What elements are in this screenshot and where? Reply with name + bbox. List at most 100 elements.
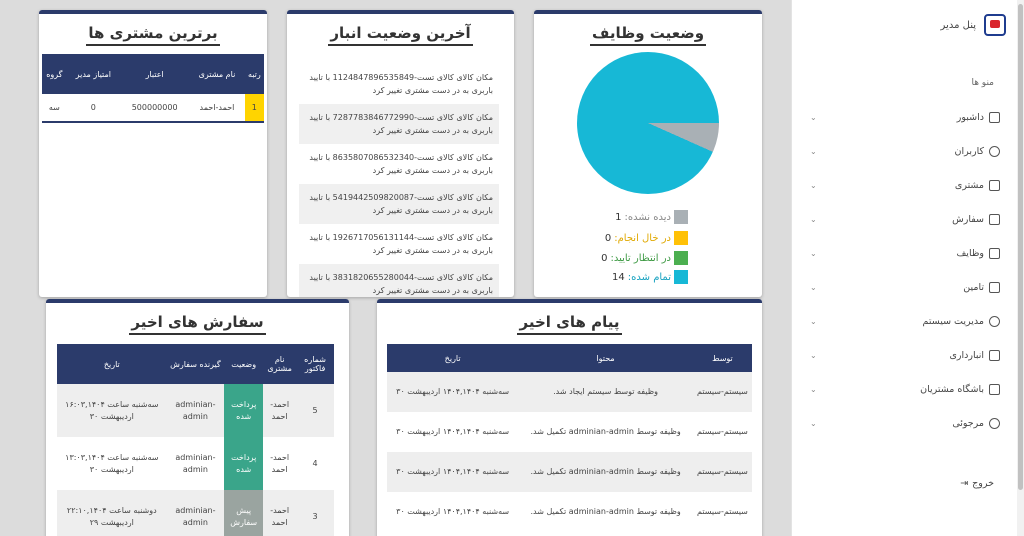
- sidebar-item-users[interactable]: کاربران ⌄: [792, 134, 1018, 168]
- list-item: مکان کالای کالای تست-3831820655280044 با…: [299, 264, 499, 297]
- date-cell: سه‌شنبه ۱۴۰۴,۱۴۰۴ اردیبهشت ۳۰: [396, 427, 510, 436]
- legend-label: در خال انجام:: [614, 232, 671, 244]
- chevron-down-icon: ⌄: [810, 316, 817, 326]
- app-logo-icon: [984, 14, 1006, 36]
- column-header[interactable]: نام مشتری: [263, 344, 297, 384]
- recent-orders-card: سفارش های اخیر شماره فاکتور نام مشتری وض…: [46, 299, 349, 536]
- invoice-cell: 3: [296, 490, 334, 536]
- legend-value: 0: [601, 252, 608, 264]
- customer-cell: احمد-احمد: [263, 490, 297, 536]
- receiver-cell: adminian-admin: [175, 452, 216, 474]
- sidebar-item-label: سفارش: [952, 213, 984, 225]
- legend-item-in-progress: در خال انجام: 0: [605, 231, 688, 245]
- sender-cell: سیستم-سیستم: [697, 507, 748, 516]
- brand-title: پنل مدیر: [940, 19, 976, 31]
- sidebar-scrollbar[interactable]: [1017, 0, 1024, 536]
- column-header[interactable]: تاریخ: [387, 344, 519, 372]
- menu-heading: منو ها: [971, 78, 994, 88]
- sidebar-item-label: باشگاه مشتریان: [920, 383, 984, 395]
- column-header[interactable]: وضعیت: [224, 344, 264, 384]
- sidebar-item-warehouse[interactable]: انبارداری ⌄: [792, 338, 1018, 372]
- logout-button[interactable]: خروج ⇥: [960, 478, 994, 489]
- returns-icon: [989, 417, 1000, 429]
- table-row[interactable]: 1 احمد-احمد 500000000 0 سه: [42, 94, 264, 123]
- legend-value: 0: [604, 232, 612, 244]
- column-header[interactable]: شماره فاکتور: [296, 344, 334, 384]
- tasks-icon: [989, 247, 1000, 259]
- chevron-down-icon: ⌄: [810, 146, 817, 156]
- sidebar-item-system[interactable]: مدیریت سیستم ⌄: [792, 304, 1018, 338]
- column-header[interactable]: اعتبار: [120, 54, 190, 94]
- column-header[interactable]: گیرنده سفارش: [166, 344, 225, 384]
- table-row[interactable]: سیستم-سیستم وظیفه توسط سیستم ایجاد شد. س…: [387, 372, 752, 412]
- scrollbar-thumb[interactable]: [1018, 4, 1023, 490]
- top-customers-title: برترین مشتری ها: [86, 24, 220, 46]
- sidebar-menu: داشبور ⌄ کاربران ⌄ مشتری ⌄ سفارش ⌄ وظایف ⌄ تا…: [792, 100, 1018, 440]
- sidebar-item-supply[interactable]: تامین ⌄: [792, 270, 1018, 304]
- chevron-down-icon: ⌄: [810, 248, 817, 258]
- logout-icon: ⇥: [960, 478, 969, 489]
- receiver-cell: adminian-admin: [166, 384, 225, 437]
- table-row[interactable]: سیستم-سیستم وظیفه توسط adminian-admin تک…: [387, 492, 752, 532]
- content-cell: وظیفه توسط سیستم ایجاد شد.: [518, 372, 693, 412]
- sidebar-item-orders[interactable]: سفارش ⌄: [792, 202, 1018, 236]
- list-item: مکان کالای کالای تست-7287783846772990 با…: [299, 104, 499, 144]
- legend-label: دیده نشده:: [624, 211, 671, 223]
- chevron-down-icon: ⌄: [810, 282, 817, 292]
- content-cell: وظیفه توسط adminian-admin تکمیل شد.: [530, 427, 681, 436]
- column-header[interactable]: محتوا: [518, 344, 693, 372]
- column-header[interactable]: گروه: [42, 54, 67, 94]
- status-badge: پرداخت شده: [224, 437, 264, 490]
- sidebar-item-tasks[interactable]: وظایف ⌄: [792, 236, 1018, 270]
- content-cell: وظیفه توسط adminian-admin تکمیل شد.: [530, 507, 681, 516]
- chevron-down-icon: ⌄: [810, 214, 817, 224]
- sidebar-item-customer[interactable]: مشتری ⌄: [792, 168, 1018, 202]
- date-cell: سه‌شنبه ۱۴۰۴,۱۴۰۴ اردیبهشت ۳۰: [396, 507, 510, 516]
- dashboard-icon: [989, 111, 1000, 123]
- table-row[interactable]: سیستم-سیستم وظیفه توسط adminian-admin تک…: [387, 412, 752, 452]
- list-item: مکان کالای کالای تست-5419442509820087 با…: [299, 184, 499, 224]
- warehouse-title: آخرین وضعیت انبار: [328, 24, 473, 46]
- legend-swatch: [674, 231, 688, 245]
- supply-icon: [989, 281, 1000, 293]
- customer-icon: [989, 179, 1000, 191]
- brand[interactable]: پنل مدیر: [941, 14, 1006, 36]
- legend-item-pending: در انتظار تایید: 0: [601, 251, 688, 265]
- recent-orders-title: سفارش های اخیر: [129, 313, 266, 335]
- order-icon: [989, 213, 1000, 225]
- legend-value: 14: [612, 271, 625, 283]
- column-header[interactable]: رتبه: [244, 54, 264, 94]
- sidebar-item-club[interactable]: باشگاه مشتریان ⌄: [792, 372, 1018, 406]
- list-item: مکان کالای کالای تست-8635807086532340 با…: [309, 153, 493, 175]
- sidebar-item-label: داشبور: [956, 111, 984, 123]
- recent-messages-card: پیام های اخیر توسط محتوا تاریخ سیستم-سیس…: [377, 299, 762, 536]
- chevron-down-icon: ⌄: [810, 112, 817, 122]
- table-row[interactable]: 4 احمد-احمد پرداخت شده adminian-admin سه…: [57, 437, 334, 490]
- table-row[interactable]: 5 احمد-احمد پرداخت شده adminian-admin سه…: [57, 384, 334, 437]
- legend-swatch: [674, 210, 688, 224]
- sender-cell: سیستم-سیستم: [692, 372, 752, 412]
- legend-label: تمام شده:: [627, 271, 671, 283]
- column-header[interactable]: توسط: [692, 344, 752, 372]
- chevron-down-icon: ⌄: [810, 418, 817, 428]
- credit-cell: 500000000: [120, 94, 190, 123]
- column-header[interactable]: تاریخ: [57, 344, 167, 384]
- table-row[interactable]: 3 احمد-احمد پیش سفارش adminian-admin دوش…: [57, 490, 334, 536]
- chevron-down-icon: ⌄: [810, 350, 817, 360]
- logout-label: خروج: [972, 478, 994, 489]
- task-status-pie-chart: [577, 52, 719, 194]
- column-header[interactable]: نام مشتری: [189, 54, 245, 94]
- warehouse-status-card: آخرین وضعیت انبار مکان کالای کالای تست-1…: [287, 10, 514, 297]
- sidebar-item-label: مدیریت سیستم: [922, 315, 984, 327]
- sidebar-item-returns[interactable]: مرجوئی ⌄: [792, 406, 1018, 440]
- sidebar-item-dashboard[interactable]: داشبور ⌄: [792, 100, 1018, 134]
- club-icon: [989, 383, 1000, 395]
- warehouse-list: مکان کالای کالای تست-1124847896535849 با…: [299, 64, 499, 297]
- legend-item-done: تمام شده: 14: [612, 270, 688, 284]
- customer-name-cell: احمد-احمد: [189, 94, 245, 123]
- sidebar-item-label: تامین: [963, 281, 984, 293]
- column-header[interactable]: امتیاز مدیر: [66, 54, 121, 94]
- table-row[interactable]: سیستم-سیستم وظیفه توسط adminian-admin تک…: [387, 452, 752, 492]
- sidebar: پنل مدیر منو ها داشبور ⌄ کاربران ⌄ مشتری ⌄ …: [791, 0, 1024, 536]
- content-cell: وظیفه توسط adminian-admin تکمیل شد.: [518, 452, 693, 492]
